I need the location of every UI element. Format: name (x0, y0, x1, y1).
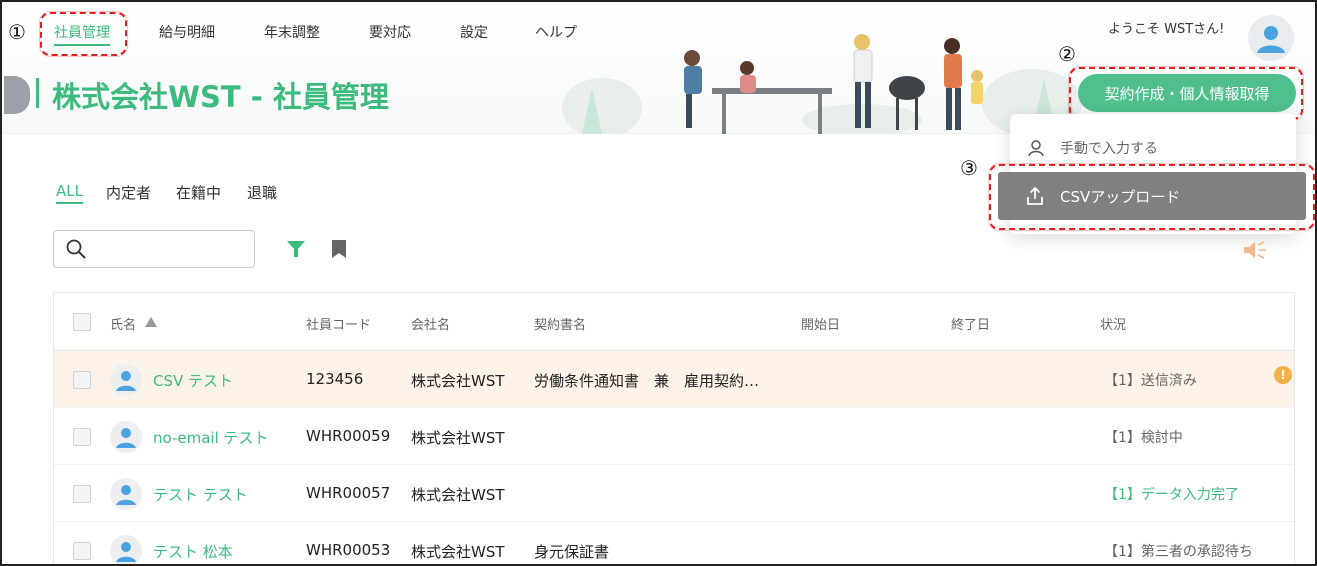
avatar-icon (1257, 26, 1285, 53)
header-employee-code: 社員コード (306, 318, 372, 333)
page-title: 株式会社WST - 社員管理 (52, 80, 389, 114)
csv-upload-menu-item[interactable]: CSVアップロード (998, 172, 1306, 220)
user-icon (1028, 140, 1044, 157)
table-row[interactable]: CSV テスト 123456 株式会社WST 労働条件通知書 兼 雇用契約… 【… (54, 351, 1294, 408)
company-name: 株式会社WST (411, 372, 505, 390)
search-input[interactable] (53, 230, 255, 268)
tab-employed[interactable]: 在籍中 (176, 182, 221, 203)
bookmark-icon[interactable] (330, 238, 348, 260)
nav-item-settings[interactable]: 設定 (460, 22, 488, 42)
warning-icon[interactable]: ! (1274, 366, 1292, 384)
status-text: 【1】第三者の承認待ち (1104, 544, 1253, 560)
company-name: 株式会社WST (411, 543, 505, 561)
row-checkbox[interactable] (73, 428, 91, 446)
header-start-date: 開始日 (801, 318, 841, 333)
avatar-icon (116, 428, 136, 448)
upload-icon (1027, 186, 1043, 205)
employee-code: WHR00053 (306, 541, 391, 559)
contract-name: 労働条件通知書 兼 雇用契約… (534, 372, 760, 390)
avatar (110, 478, 142, 510)
company-name: 株式会社WST (411, 486, 505, 504)
header-status: 状況 (1100, 318, 1127, 333)
manual-input-menu-item[interactable]: 手動で入力する (1026, 134, 1158, 162)
contract-name: 身元保証書 (534, 543, 610, 561)
bbq-party-illustration (562, 34, 1082, 134)
employee-code: WHR00059 (306, 427, 391, 445)
header-end-date: 終了日 (951, 318, 991, 333)
manual-input-label: 手動で入力する (1060, 141, 1158, 157)
welcome-message: ようこそ WSTさん! (1108, 22, 1225, 37)
title-accent-bar (36, 78, 39, 108)
annotation-step-2: ② (1058, 42, 1076, 66)
row-checkbox[interactable] (73, 371, 91, 389)
nav-item-employee-management[interactable]: 社員管理 (54, 22, 110, 46)
header-company: 会社名 (411, 318, 451, 333)
annotation-step-1: ① (8, 20, 26, 44)
nav-item-year-end-adjustment[interactable]: 年末調整 (264, 22, 320, 42)
avatar (110, 535, 142, 564)
employee-table: 氏名 社員コード 会社名 契約書名 開始日 終了日 状況 CSV テスト 123… (53, 292, 1295, 564)
annotation-step-3: ③ (960, 156, 978, 180)
sort-ascending-icon[interactable] (144, 316, 158, 328)
table-header: 氏名 社員コード 会社名 契約書名 開始日 終了日 状況 (54, 293, 1294, 351)
employee-name-link[interactable]: no-email テスト (153, 427, 269, 448)
row-checkbox[interactable] (73, 485, 91, 503)
nav-item-payslips[interactable]: 給与明細 (159, 22, 215, 42)
header-name[interactable]: 氏名 (110, 314, 136, 333)
app-window: ① 社員管理 給与明細 年末調整 要対応 設定 ヘルプ ようこそ WSTさん! … (0, 0, 1317, 566)
table-row[interactable]: no-email テスト WHR00059 株式会社WST 【1】検討中 (54, 408, 1294, 465)
row-checkbox[interactable] (73, 542, 91, 560)
table-row[interactable]: テスト 松本 WHR00053 株式会社WST 身元保証書 【1】第三者の承認待… (54, 522, 1294, 564)
header-contract-name: 契約書名 (534, 318, 587, 333)
avatar-icon (116, 542, 136, 562)
status-text: 【1】送信済み (1104, 373, 1197, 389)
tab-prospective[interactable]: 内定者 (106, 182, 151, 203)
speaker-icon[interactable] (1242, 239, 1268, 261)
select-all-checkbox[interactable] (73, 313, 91, 331)
avatar (110, 364, 142, 396)
nav-item-help[interactable]: ヘルプ (535, 22, 577, 42)
tab-retired[interactable]: 退職 (247, 182, 277, 203)
create-contract-button[interactable]: 契約作成・個人情報取得 (1078, 74, 1296, 112)
avatar (110, 421, 142, 453)
nav-item-action-required[interactable]: 要対応 (369, 22, 411, 42)
tab-all[interactable]: ALL (56, 182, 83, 204)
filter-icon[interactable] (285, 238, 307, 260)
csv-upload-label: CSVアップロード (1060, 187, 1181, 206)
employee-code: WHR00057 (306, 484, 391, 502)
employee-name-link[interactable]: テスト テスト (153, 484, 248, 505)
employee-code: 123456 (306, 370, 364, 388)
sidebar-toggle-tab[interactable] (4, 76, 30, 114)
search-icon (66, 239, 86, 259)
status-text: 【1】データ入力完了 (1104, 487, 1239, 503)
table-row[interactable]: テスト テスト WHR00057 株式会社WST 【1】データ入力完了 (54, 465, 1294, 522)
user-avatar[interactable] (1248, 15, 1294, 61)
employee-name-link[interactable]: テスト 松本 (153, 541, 233, 562)
company-name: 株式会社WST (411, 429, 505, 447)
status-text: 【1】検討中 (1104, 430, 1183, 446)
avatar-icon (116, 371, 136, 391)
employee-name-link[interactable]: CSV テスト (153, 370, 233, 391)
avatar-icon (116, 485, 136, 505)
